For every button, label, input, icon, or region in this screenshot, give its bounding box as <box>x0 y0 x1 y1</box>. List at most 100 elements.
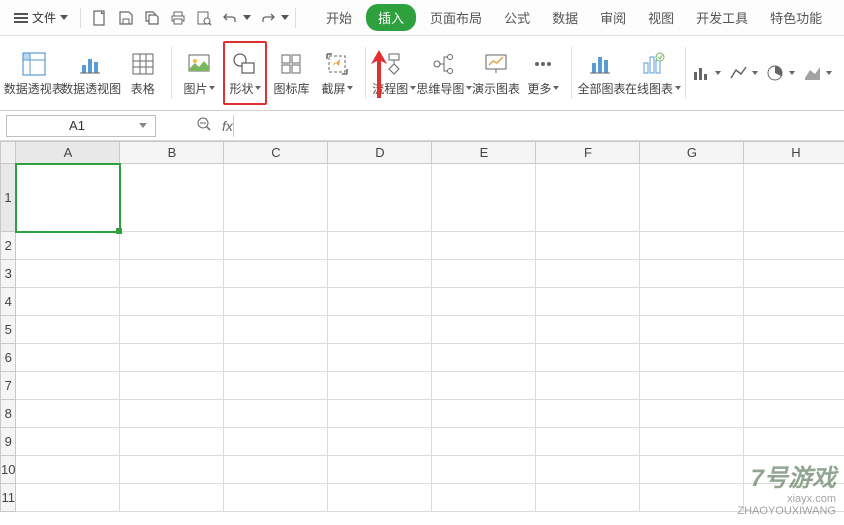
cell[interactable] <box>120 428 224 456</box>
cell[interactable] <box>640 400 744 428</box>
cell[interactable] <box>536 316 640 344</box>
tab-data[interactable]: 数据 <box>544 4 586 31</box>
cell[interactable] <box>432 164 536 232</box>
cell[interactable] <box>120 372 224 400</box>
pie-chart-dropdown[interactable] <box>766 64 795 82</box>
cell[interactable] <box>640 456 744 484</box>
tab-dev-tools[interactable]: 开发工具 <box>688 4 756 31</box>
file-menu[interactable]: 文件 <box>8 7 74 28</box>
tab-formula[interactable]: 公式 <box>496 4 538 31</box>
cell[interactable] <box>432 428 536 456</box>
row-header[interactable]: 9 <box>1 428 16 456</box>
cell[interactable] <box>224 316 328 344</box>
cell[interactable] <box>640 232 744 260</box>
cell[interactable] <box>120 232 224 260</box>
line-chart-dropdown[interactable] <box>729 64 758 82</box>
cell[interactable] <box>640 372 744 400</box>
cell[interactable] <box>432 288 536 316</box>
cell[interactable] <box>328 232 432 260</box>
cell[interactable] <box>432 344 536 372</box>
area-chart-dropdown[interactable] <box>803 64 832 82</box>
cell[interactable] <box>744 344 844 372</box>
cell[interactable] <box>536 484 640 512</box>
row-header[interactable]: 6 <box>1 344 16 372</box>
cell[interactable] <box>120 484 224 512</box>
cell[interactable] <box>328 164 432 232</box>
cell[interactable] <box>120 164 224 232</box>
row-header[interactable]: 3 <box>1 260 16 288</box>
cell[interactable] <box>432 260 536 288</box>
print-icon[interactable] <box>167 7 189 29</box>
cell[interactable] <box>16 232 120 260</box>
col-header[interactable]: B <box>120 142 224 164</box>
cell[interactable] <box>16 344 120 372</box>
cell[interactable] <box>536 288 640 316</box>
cell[interactable] <box>744 316 844 344</box>
cell[interactable] <box>328 344 432 372</box>
pivot-table-button[interactable]: 数据透视表 <box>6 41 61 105</box>
cell[interactable] <box>16 372 120 400</box>
cell[interactable] <box>120 456 224 484</box>
cell[interactable] <box>328 260 432 288</box>
row-header[interactable]: 1 <box>1 164 16 232</box>
tab-insert[interactable]: 插入 <box>366 4 416 31</box>
cell-reference-box[interactable]: A1 <box>6 115 156 137</box>
picture-button[interactable]: 图片 <box>177 41 221 105</box>
pivot-chart-button[interactable]: 数据透视图 <box>63 41 118 105</box>
col-header[interactable]: D <box>328 142 432 164</box>
cell[interactable] <box>432 232 536 260</box>
row-header[interactable]: 10 <box>1 456 16 484</box>
row-header[interactable]: 8 <box>1 400 16 428</box>
cell[interactable] <box>328 484 432 512</box>
cell[interactable] <box>432 484 536 512</box>
cell[interactable] <box>536 372 640 400</box>
col-header[interactable]: A <box>16 142 120 164</box>
col-header[interactable]: H <box>744 142 844 164</box>
cell[interactable] <box>640 288 744 316</box>
col-header[interactable]: G <box>640 142 744 164</box>
row-header[interactable]: 5 <box>1 316 16 344</box>
undo-icon[interactable] <box>219 7 241 29</box>
row-header[interactable]: 7 <box>1 372 16 400</box>
cell[interactable] <box>744 372 844 400</box>
cell[interactable] <box>432 456 536 484</box>
cell[interactable] <box>120 400 224 428</box>
cell[interactable] <box>120 344 224 372</box>
cell[interactable] <box>224 372 328 400</box>
tab-page-layout[interactable]: 页面布局 <box>422 4 490 31</box>
new-file-icon[interactable] <box>89 7 111 29</box>
online-charts-button[interactable]: 在线图表 <box>627 41 679 105</box>
col-header[interactable]: E <box>432 142 536 164</box>
cell[interactable] <box>744 400 844 428</box>
present-chart-button[interactable]: 演示图表 <box>473 41 520 105</box>
cell[interactable] <box>640 164 744 232</box>
cell[interactable] <box>744 260 844 288</box>
cell[interactable] <box>16 288 120 316</box>
cell[interactable] <box>120 288 224 316</box>
cell[interactable] <box>16 484 120 512</box>
cell[interactable] <box>224 428 328 456</box>
cell[interactable] <box>16 456 120 484</box>
shapes-button[interactable]: 形状 <box>223 41 267 105</box>
col-header[interactable]: F <box>536 142 640 164</box>
formula-input[interactable] <box>233 115 838 137</box>
cell[interactable] <box>224 456 328 484</box>
more-button[interactable]: 更多 <box>521 41 565 105</box>
print-preview-icon[interactable] <box>193 7 215 29</box>
tab-features[interactable]: 特色功能 <box>762 4 830 31</box>
cell[interactable] <box>328 428 432 456</box>
all-charts-button[interactable]: 全部图表 <box>578 41 625 105</box>
cell[interactable] <box>224 260 328 288</box>
cell[interactable] <box>640 484 744 512</box>
cell[interactable] <box>432 400 536 428</box>
cell[interactable] <box>224 164 328 232</box>
select-all-corner[interactable] <box>1 142 16 164</box>
cell-a1[interactable] <box>16 164 120 232</box>
cell[interactable] <box>224 344 328 372</box>
cell[interactable] <box>328 316 432 344</box>
cell[interactable] <box>224 484 328 512</box>
cell[interactable] <box>536 428 640 456</box>
cell[interactable] <box>432 372 536 400</box>
cell[interactable] <box>328 288 432 316</box>
cell[interactable] <box>120 316 224 344</box>
